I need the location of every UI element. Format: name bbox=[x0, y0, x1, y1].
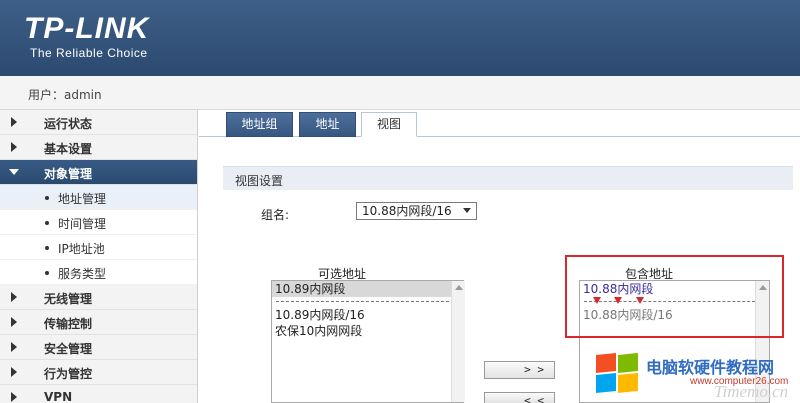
tab-address-group[interactable]: 地址组 bbox=[226, 112, 293, 137]
sidebar-subitem-label: IP地址池 bbox=[58, 242, 105, 256]
bullet-icon bbox=[45, 246, 49, 250]
sidebar-item-behavior-control[interactable]: 行为管控 bbox=[0, 360, 197, 385]
sidebar-subitem-service-type[interactable]: 服务类型 bbox=[0, 260, 197, 285]
chevron-right-icon bbox=[11, 292, 17, 302]
sidebar-item-status[interactable]: 运行状态 bbox=[0, 110, 197, 135]
chevron-right-icon bbox=[11, 117, 17, 127]
tab-view[interactable]: 视图 bbox=[361, 112, 417, 137]
sidebar-subitem-label: 地址管理 bbox=[58, 192, 107, 206]
app-header: TP-LINK The Reliable Choice bbox=[0, 0, 800, 76]
sidebar-item-label: 无线管理 bbox=[44, 292, 93, 306]
group-name-select[interactable]: 10.88内网段/16 bbox=[356, 202, 477, 220]
brand-tagline: The Reliable Choice bbox=[30, 46, 148, 60]
sidebar-item-label: 传输控制 bbox=[44, 317, 93, 331]
sidebar-item-basic-settings[interactable]: 基本设置 bbox=[0, 135, 197, 160]
watermark: 电脑软硬件教程网 www.computer26.com Timemo.cn bbox=[596, 352, 800, 403]
sidebar-subitem-label: 服务类型 bbox=[58, 267, 107, 281]
sidebar-item-label: 对象管理 bbox=[44, 167, 93, 181]
tp-link-logo: TP-LINK The Reliable Choice bbox=[24, 12, 150, 61]
sidebar-subitem-label: 时间管理 bbox=[58, 217, 107, 231]
sidebar-item-vpn[interactable]: VPN bbox=[0, 385, 197, 403]
chevron-right-icon bbox=[11, 142, 17, 152]
scroll-up-icon bbox=[455, 285, 463, 290]
current-user: 用户：admin bbox=[28, 88, 102, 102]
sidebar-item-label: 安全管理 bbox=[44, 342, 93, 356]
red-arrow-icon bbox=[636, 297, 644, 304]
group-name-label: 组名: bbox=[261, 208, 290, 222]
watermark-site-name: 电脑软硬件教程网 bbox=[646, 358, 775, 377]
sidebar-item-label: 运行状态 bbox=[44, 117, 93, 131]
user-bar: 用户：admin bbox=[0, 76, 800, 110]
sidebar-item-wireless[interactable]: 无线管理 bbox=[0, 285, 197, 310]
list-item[interactable]: 农保10内网网段 bbox=[272, 323, 463, 339]
sidebar-item-label: 基本设置 bbox=[44, 142, 93, 156]
chevron-down-icon bbox=[463, 208, 471, 213]
brand-name: TP-LINK bbox=[24, 12, 150, 45]
red-arrow-icon bbox=[593, 297, 601, 304]
sidebar-item-label: VPN bbox=[44, 390, 73, 403]
sidebar-item-label: 行为管控 bbox=[44, 367, 93, 381]
available-address-list[interactable]: 10.89内网段 10.89内网段/16 农保10内网网段 bbox=[271, 280, 464, 403]
bullet-icon bbox=[45, 221, 49, 225]
sidebar-item-object-management[interactable]: 对象管理 bbox=[0, 160, 197, 185]
available-list-scrollbar[interactable] bbox=[451, 281, 465, 402]
list-divider bbox=[272, 297, 463, 307]
section-header: 视图设置 bbox=[223, 166, 793, 190]
watermark-brand: Timemo.cn bbox=[714, 382, 789, 401]
tab-address[interactable]: 地址 bbox=[299, 112, 356, 137]
list-item[interactable]: 10.89内网段 bbox=[272, 281, 463, 297]
remove-address-button[interactable]: < < bbox=[484, 392, 555, 403]
list-item[interactable]: 10.89内网段/16 bbox=[272, 307, 463, 323]
red-arrow-icon bbox=[614, 297, 622, 304]
sidebar-item-transmission[interactable]: 传输控制 bbox=[0, 310, 197, 335]
chevron-right-icon bbox=[11, 317, 17, 327]
tab-bar: 地址组 地址 视图 bbox=[199, 110, 800, 137]
chevron-down-icon bbox=[9, 169, 19, 175]
sidebar-subitem-ip-pool[interactable]: IP地址池 bbox=[0, 235, 197, 260]
add-address-button[interactable]: > > bbox=[484, 361, 555, 379]
windows-logo-icon bbox=[596, 352, 640, 394]
sidebar-nav: 运行状态 基本设置 对象管理 地址管理 时间管理 IP地址池 服务类型 无线管理… bbox=[0, 110, 198, 403]
sidebar-subitem-address-management[interactable]: 地址管理 bbox=[0, 185, 197, 210]
bullet-icon bbox=[45, 196, 49, 200]
chevron-right-icon bbox=[11, 367, 17, 377]
sidebar-subitem-time-management[interactable]: 时间管理 bbox=[0, 210, 197, 235]
section-title: 视图设置 bbox=[235, 174, 284, 188]
bullet-icon bbox=[45, 271, 49, 275]
sidebar-item-security[interactable]: 安全管理 bbox=[0, 335, 197, 360]
chevron-right-icon bbox=[11, 342, 17, 352]
group-name-value: 10.88内网段/16 bbox=[362, 204, 452, 218]
chevron-right-icon bbox=[11, 392, 17, 402]
